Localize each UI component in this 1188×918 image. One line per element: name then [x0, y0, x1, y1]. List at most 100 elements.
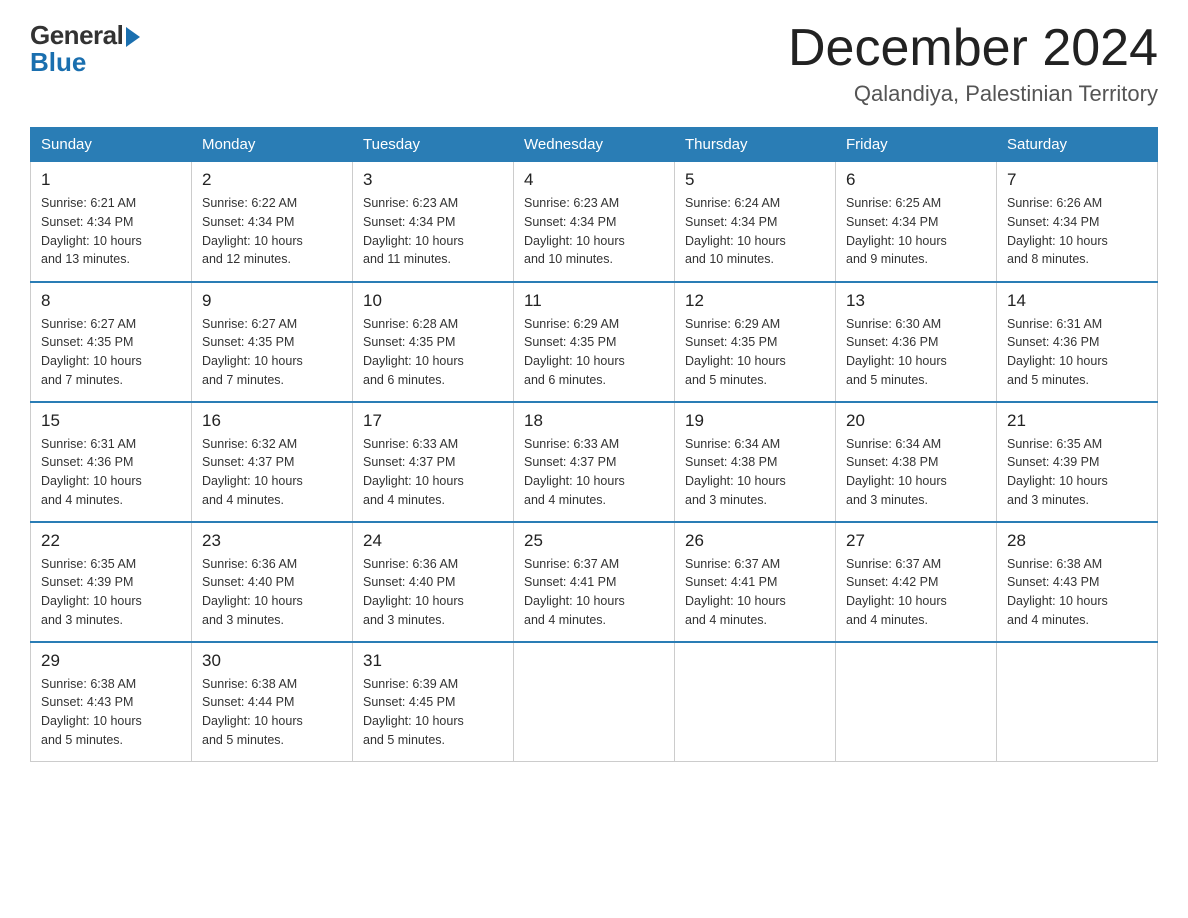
calendar-day-cell: 8 Sunrise: 6:27 AM Sunset: 4:35 PM Dayli…	[31, 282, 192, 402]
calendar-day-cell: 17 Sunrise: 6:33 AM Sunset: 4:37 PM Dayl…	[353, 402, 514, 522]
day-info: Sunrise: 6:37 AM Sunset: 4:41 PM Dayligh…	[524, 555, 664, 630]
day-number: 28	[1007, 531, 1147, 551]
calendar-day-cell: 30 Sunrise: 6:38 AM Sunset: 4:44 PM Dayl…	[192, 642, 353, 762]
calendar-day-cell: 16 Sunrise: 6:32 AM Sunset: 4:37 PM Dayl…	[192, 402, 353, 522]
calendar-day-cell: 9 Sunrise: 6:27 AM Sunset: 4:35 PM Dayli…	[192, 282, 353, 402]
calendar-day-cell: 28 Sunrise: 6:38 AM Sunset: 4:43 PM Dayl…	[997, 522, 1158, 642]
day-number: 9	[202, 291, 342, 311]
calendar-day-cell: 12 Sunrise: 6:29 AM Sunset: 4:35 PM Dayl…	[675, 282, 836, 402]
calendar-day-cell: 22 Sunrise: 6:35 AM Sunset: 4:39 PM Dayl…	[31, 522, 192, 642]
weekday-header-wednesday: Wednesday	[514, 128, 675, 162]
location-title: Qalandiya, Palestinian Territory	[788, 81, 1158, 107]
calendar-day-cell: 14 Sunrise: 6:31 AM Sunset: 4:36 PM Dayl…	[997, 282, 1158, 402]
weekday-header-tuesday: Tuesday	[353, 128, 514, 162]
weekday-header-friday: Friday	[836, 128, 997, 162]
calendar-day-cell: 13 Sunrise: 6:30 AM Sunset: 4:36 PM Dayl…	[836, 282, 997, 402]
logo-blue-text: Blue	[30, 47, 86, 78]
calendar-day-cell	[514, 642, 675, 762]
calendar-table: SundayMondayTuesdayWednesdayThursdayFrid…	[30, 127, 1158, 762]
day-number: 16	[202, 411, 342, 431]
calendar-day-cell: 27 Sunrise: 6:37 AM Sunset: 4:42 PM Dayl…	[836, 522, 997, 642]
day-info: Sunrise: 6:30 AM Sunset: 4:36 PM Dayligh…	[846, 315, 986, 390]
day-info: Sunrise: 6:25 AM Sunset: 4:34 PM Dayligh…	[846, 194, 986, 269]
day-number: 11	[524, 291, 664, 311]
day-info: Sunrise: 6:34 AM Sunset: 4:38 PM Dayligh…	[685, 435, 825, 510]
day-number: 2	[202, 170, 342, 190]
weekday-header-row: SundayMondayTuesdayWednesdayThursdayFrid…	[31, 128, 1158, 162]
day-info: Sunrise: 6:38 AM Sunset: 4:44 PM Dayligh…	[202, 675, 342, 750]
calendar-day-cell: 19 Sunrise: 6:34 AM Sunset: 4:38 PM Dayl…	[675, 402, 836, 522]
calendar-day-cell: 5 Sunrise: 6:24 AM Sunset: 4:34 PM Dayli…	[675, 162, 836, 282]
day-info: Sunrise: 6:38 AM Sunset: 4:43 PM Dayligh…	[1007, 555, 1147, 630]
day-info: Sunrise: 6:31 AM Sunset: 4:36 PM Dayligh…	[41, 435, 181, 510]
calendar-day-cell: 20 Sunrise: 6:34 AM Sunset: 4:38 PM Dayl…	[836, 402, 997, 522]
day-info: Sunrise: 6:24 AM Sunset: 4:34 PM Dayligh…	[685, 194, 825, 269]
day-number: 31	[363, 651, 503, 671]
weekday-header-saturday: Saturday	[997, 128, 1158, 162]
day-info: Sunrise: 6:27 AM Sunset: 4:35 PM Dayligh…	[202, 315, 342, 390]
day-number: 29	[41, 651, 181, 671]
day-info: Sunrise: 6:33 AM Sunset: 4:37 PM Dayligh…	[363, 435, 503, 510]
calendar-day-cell: 29 Sunrise: 6:38 AM Sunset: 4:43 PM Dayl…	[31, 642, 192, 762]
calendar-day-cell: 26 Sunrise: 6:37 AM Sunset: 4:41 PM Dayl…	[675, 522, 836, 642]
day-number: 14	[1007, 291, 1147, 311]
day-number: 7	[1007, 170, 1147, 190]
calendar-day-cell: 6 Sunrise: 6:25 AM Sunset: 4:34 PM Dayli…	[836, 162, 997, 282]
day-number: 10	[363, 291, 503, 311]
page-header: General Blue December 2024 Qalandiya, Pa…	[30, 20, 1158, 107]
day-info: Sunrise: 6:28 AM Sunset: 4:35 PM Dayligh…	[363, 315, 503, 390]
day-info: Sunrise: 6:23 AM Sunset: 4:34 PM Dayligh…	[524, 194, 664, 269]
month-title: December 2024	[788, 20, 1158, 77]
calendar-day-cell: 15 Sunrise: 6:31 AM Sunset: 4:36 PM Dayl…	[31, 402, 192, 522]
day-number: 21	[1007, 411, 1147, 431]
day-number: 20	[846, 411, 986, 431]
day-info: Sunrise: 6:35 AM Sunset: 4:39 PM Dayligh…	[1007, 435, 1147, 510]
day-info: Sunrise: 6:29 AM Sunset: 4:35 PM Dayligh…	[685, 315, 825, 390]
day-number: 5	[685, 170, 825, 190]
calendar-day-cell	[997, 642, 1158, 762]
day-number: 19	[685, 411, 825, 431]
day-number: 25	[524, 531, 664, 551]
calendar-day-cell	[836, 642, 997, 762]
weekday-header-monday: Monday	[192, 128, 353, 162]
logo: General Blue	[30, 20, 140, 78]
calendar-week-row: 15 Sunrise: 6:31 AM Sunset: 4:36 PM Dayl…	[31, 402, 1158, 522]
day-number: 13	[846, 291, 986, 311]
calendar-day-cell: 18 Sunrise: 6:33 AM Sunset: 4:37 PM Dayl…	[514, 402, 675, 522]
calendar-day-cell: 23 Sunrise: 6:36 AM Sunset: 4:40 PM Dayl…	[192, 522, 353, 642]
day-number: 6	[846, 170, 986, 190]
logo-arrow-icon	[126, 27, 140, 47]
day-number: 15	[41, 411, 181, 431]
day-number: 3	[363, 170, 503, 190]
day-number: 12	[685, 291, 825, 311]
day-info: Sunrise: 6:27 AM Sunset: 4:35 PM Dayligh…	[41, 315, 181, 390]
weekday-header-thursday: Thursday	[675, 128, 836, 162]
day-info: Sunrise: 6:21 AM Sunset: 4:34 PM Dayligh…	[41, 194, 181, 269]
day-info: Sunrise: 6:26 AM Sunset: 4:34 PM Dayligh…	[1007, 194, 1147, 269]
day-info: Sunrise: 6:37 AM Sunset: 4:42 PM Dayligh…	[846, 555, 986, 630]
day-number: 4	[524, 170, 664, 190]
day-info: Sunrise: 6:31 AM Sunset: 4:36 PM Dayligh…	[1007, 315, 1147, 390]
calendar-week-row: 8 Sunrise: 6:27 AM Sunset: 4:35 PM Dayli…	[31, 282, 1158, 402]
calendar-day-cell: 7 Sunrise: 6:26 AM Sunset: 4:34 PM Dayli…	[997, 162, 1158, 282]
day-info: Sunrise: 6:33 AM Sunset: 4:37 PM Dayligh…	[524, 435, 664, 510]
day-number: 27	[846, 531, 986, 551]
day-info: Sunrise: 6:37 AM Sunset: 4:41 PM Dayligh…	[685, 555, 825, 630]
day-info: Sunrise: 6:38 AM Sunset: 4:43 PM Dayligh…	[41, 675, 181, 750]
calendar-day-cell: 24 Sunrise: 6:36 AM Sunset: 4:40 PM Dayl…	[353, 522, 514, 642]
calendar-day-cell: 3 Sunrise: 6:23 AM Sunset: 4:34 PM Dayli…	[353, 162, 514, 282]
weekday-header-sunday: Sunday	[31, 128, 192, 162]
day-number: 17	[363, 411, 503, 431]
day-info: Sunrise: 6:29 AM Sunset: 4:35 PM Dayligh…	[524, 315, 664, 390]
calendar-day-cell: 21 Sunrise: 6:35 AM Sunset: 4:39 PM Dayl…	[997, 402, 1158, 522]
calendar-day-cell: 1 Sunrise: 6:21 AM Sunset: 4:34 PM Dayli…	[31, 162, 192, 282]
calendar-week-row: 22 Sunrise: 6:35 AM Sunset: 4:39 PM Dayl…	[31, 522, 1158, 642]
day-info: Sunrise: 6:34 AM Sunset: 4:38 PM Dayligh…	[846, 435, 986, 510]
calendar-week-row: 29 Sunrise: 6:38 AM Sunset: 4:43 PM Dayl…	[31, 642, 1158, 762]
day-number: 23	[202, 531, 342, 551]
day-number: 18	[524, 411, 664, 431]
title-block: December 2024 Qalandiya, Palestinian Ter…	[788, 20, 1158, 107]
calendar-day-cell: 25 Sunrise: 6:37 AM Sunset: 4:41 PM Dayl…	[514, 522, 675, 642]
day-number: 22	[41, 531, 181, 551]
day-number: 30	[202, 651, 342, 671]
